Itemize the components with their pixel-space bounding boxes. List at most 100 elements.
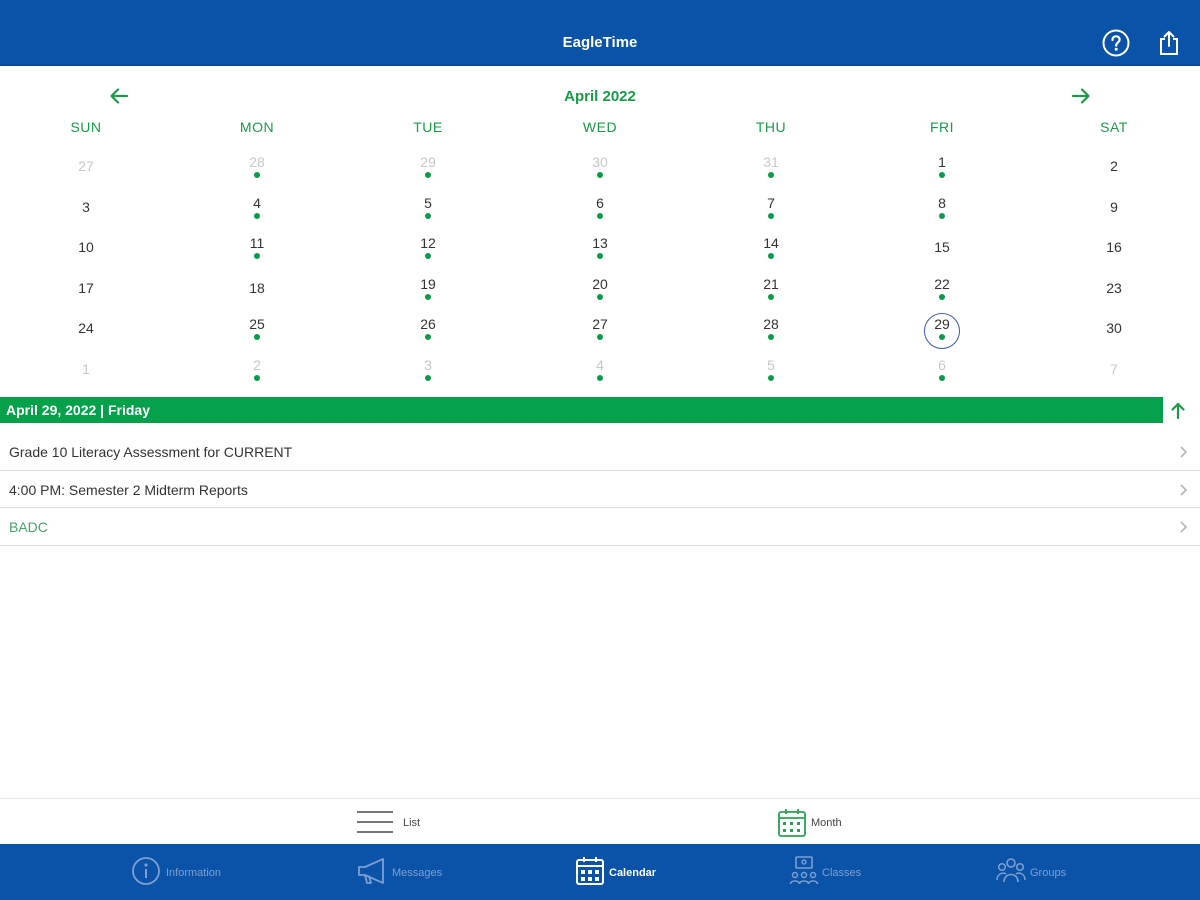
calendar-day[interactable]: 7 xyxy=(749,189,793,229)
tab-information[interactable]: Information xyxy=(131,851,241,895)
calendar-day-number: 22 xyxy=(934,275,950,292)
event-dot-indicator xyxy=(597,212,603,219)
calendar-day-number: 24 xyxy=(78,320,94,336)
event-dot-indicator xyxy=(768,253,774,259)
event-dot-indicator xyxy=(939,293,945,300)
calendar-day[interactable]: 5 xyxy=(406,189,450,229)
list-view-label: List xyxy=(403,817,421,829)
calendar-day-number: 9 xyxy=(1110,198,1118,215)
calendar-day[interactable]: 17 xyxy=(64,270,108,310)
event-dot-indicator xyxy=(768,172,774,178)
calendar-day[interactable]: 30 xyxy=(1092,310,1136,350)
calendar-day[interactable]: 23 xyxy=(1092,270,1136,310)
calendar-day[interactable]: 1 xyxy=(920,148,964,188)
calendar-day[interactable]: 26 xyxy=(406,310,450,350)
tab-messages-label: Messages xyxy=(392,867,443,879)
calendar-day[interactable]: 30 xyxy=(578,148,622,188)
calendar-day[interactable]: 19 xyxy=(406,270,450,310)
calendar-day[interactable]: 28 xyxy=(235,148,279,188)
calendar-day-number: 5 xyxy=(424,194,432,211)
tab-messages[interactable]: Messages xyxy=(356,851,456,895)
calendar-day[interactable]: 8 xyxy=(920,189,964,229)
arrow-right-icon[interactable] xyxy=(1070,86,1092,106)
calendar-day[interactable]: 27 xyxy=(578,310,622,350)
calendar-day[interactable]: 13 xyxy=(578,229,622,269)
tab-classes-label: Classes xyxy=(822,867,862,879)
event-dot-indicator xyxy=(254,374,260,381)
calendar-day[interactable]: 24 xyxy=(64,310,108,350)
calendar-day[interactable]: 29 xyxy=(406,148,450,188)
tab-classes[interactable]: Classes xyxy=(789,851,879,895)
event-dot-indicator xyxy=(254,253,260,259)
calendar-day-number: 19 xyxy=(420,275,436,292)
event-dot-indicator xyxy=(597,374,603,381)
weekday-label: SAT xyxy=(1100,119,1128,135)
calendar-day[interactable]: 12 xyxy=(406,229,450,269)
event-list-item[interactable]: 4:00 PM: Semester 2 Midterm Reports xyxy=(0,471,1200,508)
weekday-label: THU xyxy=(755,119,787,135)
calendar-day-number: 30 xyxy=(592,154,608,170)
calendar-day-selected[interactable]: 29 xyxy=(920,310,964,350)
calendar-day[interactable]: 5 xyxy=(749,351,793,391)
question-circle-icon[interactable] xyxy=(1102,29,1130,57)
tab-groups[interactable]: Groups xyxy=(996,851,1086,895)
calendar-day[interactable]: 14 xyxy=(749,229,793,269)
event-dot-indicator xyxy=(939,334,945,340)
calendar-day[interactable]: 4 xyxy=(578,351,622,391)
tab-calendar[interactable]: Calendar xyxy=(575,851,665,895)
calendar-day[interactable]: 1 xyxy=(64,351,108,391)
calendar-day[interactable]: 2 xyxy=(235,351,279,391)
calendar-day[interactable]: 20 xyxy=(578,270,622,310)
month-view-button[interactable]: Month xyxy=(777,807,857,839)
arrow-up-icon[interactable] xyxy=(1168,401,1188,421)
event-dot-indicator xyxy=(425,293,431,300)
calendar-day-number: 11 xyxy=(249,235,265,251)
calendar-day[interactable]: 25 xyxy=(235,310,279,350)
event-list-item[interactable]: BADC xyxy=(0,508,1200,546)
tab-calendar-label: Calendar xyxy=(609,867,657,879)
calendar-day[interactable]: 15 xyxy=(920,229,964,269)
calendar-day[interactable]: 3 xyxy=(406,351,450,391)
calendar-day-number: 2 xyxy=(1110,158,1118,174)
calendar-day[interactable]: 11 xyxy=(235,229,279,269)
calendar-grid-icon xyxy=(778,809,806,837)
people-group-icon xyxy=(996,858,1026,883)
top-bar: EagleTime xyxy=(0,0,1200,66)
app-title: EagleTime xyxy=(562,34,638,51)
calendar-day[interactable]: 4 xyxy=(235,189,279,229)
calendar-day-number: 29 xyxy=(420,154,436,170)
calendar-day[interactable]: 6 xyxy=(578,189,622,229)
calendar-day[interactable]: 6 xyxy=(920,351,964,391)
calendar-day[interactable]: 18 xyxy=(235,270,279,310)
calendar-day[interactable]: 2 xyxy=(1092,148,1136,188)
event-dot-indicator xyxy=(597,172,603,178)
event-list: Grade 10 Literacy Assessment for CURRENT… xyxy=(0,433,1200,546)
calendar-day[interactable]: 9 xyxy=(1092,189,1136,229)
event-list-item[interactable]: Grade 10 Literacy Assessment for CURRENT xyxy=(0,433,1200,471)
weekday-label: MON xyxy=(239,119,275,135)
calendar-day-number: 3 xyxy=(424,356,432,373)
share-icon[interactable] xyxy=(1157,29,1181,57)
calendar-day-number: 5 xyxy=(767,356,775,373)
bottom-tab-bar: Information Messages Calendar Classes Gr… xyxy=(0,844,1200,900)
calendar-day[interactable]: 7 xyxy=(1092,351,1136,391)
event-dot-indicator xyxy=(939,172,945,178)
calendar-day-number: 6 xyxy=(938,356,946,373)
event-dot-indicator xyxy=(768,293,774,300)
calendar-day[interactable]: 22 xyxy=(920,270,964,310)
calendar-day[interactable]: 21 xyxy=(749,270,793,310)
list-view-button[interactable]: List xyxy=(355,807,435,839)
event-title: BADC xyxy=(9,519,48,535)
event-dot-indicator xyxy=(597,334,603,340)
megaphone-icon xyxy=(358,858,384,884)
calendar-day[interactable]: 27 xyxy=(64,148,108,188)
weekday-header: SUN MON TUE WED THU FRI SAT xyxy=(0,119,1200,139)
calendar-day[interactable]: 3 xyxy=(64,189,108,229)
calendar-day[interactable]: 10 xyxy=(64,229,108,269)
event-dot-indicator xyxy=(254,334,260,340)
calendar-day[interactable]: 28 xyxy=(749,310,793,350)
calendar-day[interactable]: 31 xyxy=(749,148,793,188)
calendar-day-number: 10 xyxy=(78,239,94,255)
calendar-day[interactable]: 16 xyxy=(1092,229,1136,269)
weekday-label: SUN xyxy=(70,119,102,135)
